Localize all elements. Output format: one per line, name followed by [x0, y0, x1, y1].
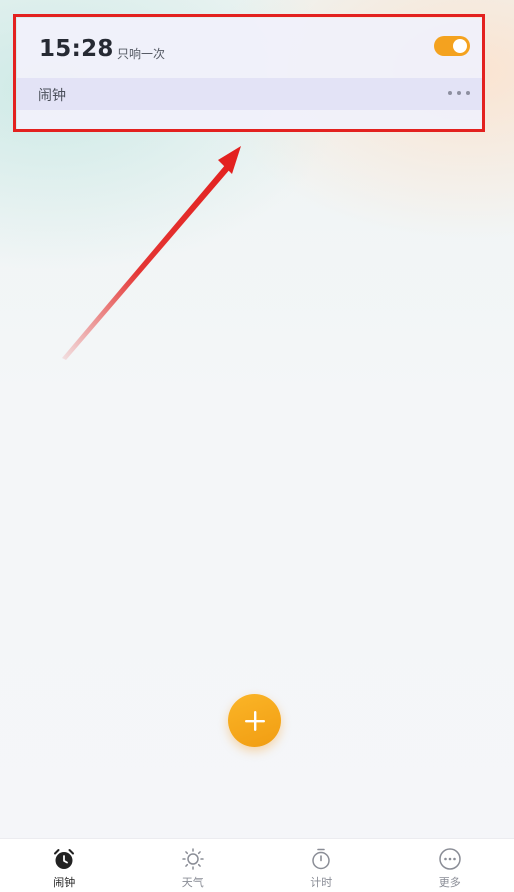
add-alarm-button[interactable] [228, 694, 281, 747]
sun-icon [182, 848, 204, 870]
annotation-arrow [62, 146, 241, 360]
nav-label: 闹钟 [53, 876, 76, 889]
nav-label: 更多 [438, 876, 461, 889]
nav-item-alarm[interactable]: 闹钟 [0, 839, 129, 892]
nav-item-more[interactable]: 更多 [386, 839, 514, 892]
nav-item-timer[interactable]: 计时 [257, 839, 386, 892]
nav-item-weather[interactable]: 天气 [129, 839, 258, 892]
nav-label: 天气 [181, 876, 204, 889]
stopwatch-icon [312, 848, 330, 870]
more-icon [439, 848, 461, 870]
highlight-box [13, 14, 485, 132]
nav-label: 计时 [310, 876, 333, 889]
bottom-nav: 闹钟 天气 计时 更多 [0, 838, 514, 892]
plus-icon [244, 710, 265, 731]
arrow-shaft [62, 164, 231, 360]
arrow-head [218, 146, 241, 174]
alarm-clock-icon [54, 849, 75, 869]
